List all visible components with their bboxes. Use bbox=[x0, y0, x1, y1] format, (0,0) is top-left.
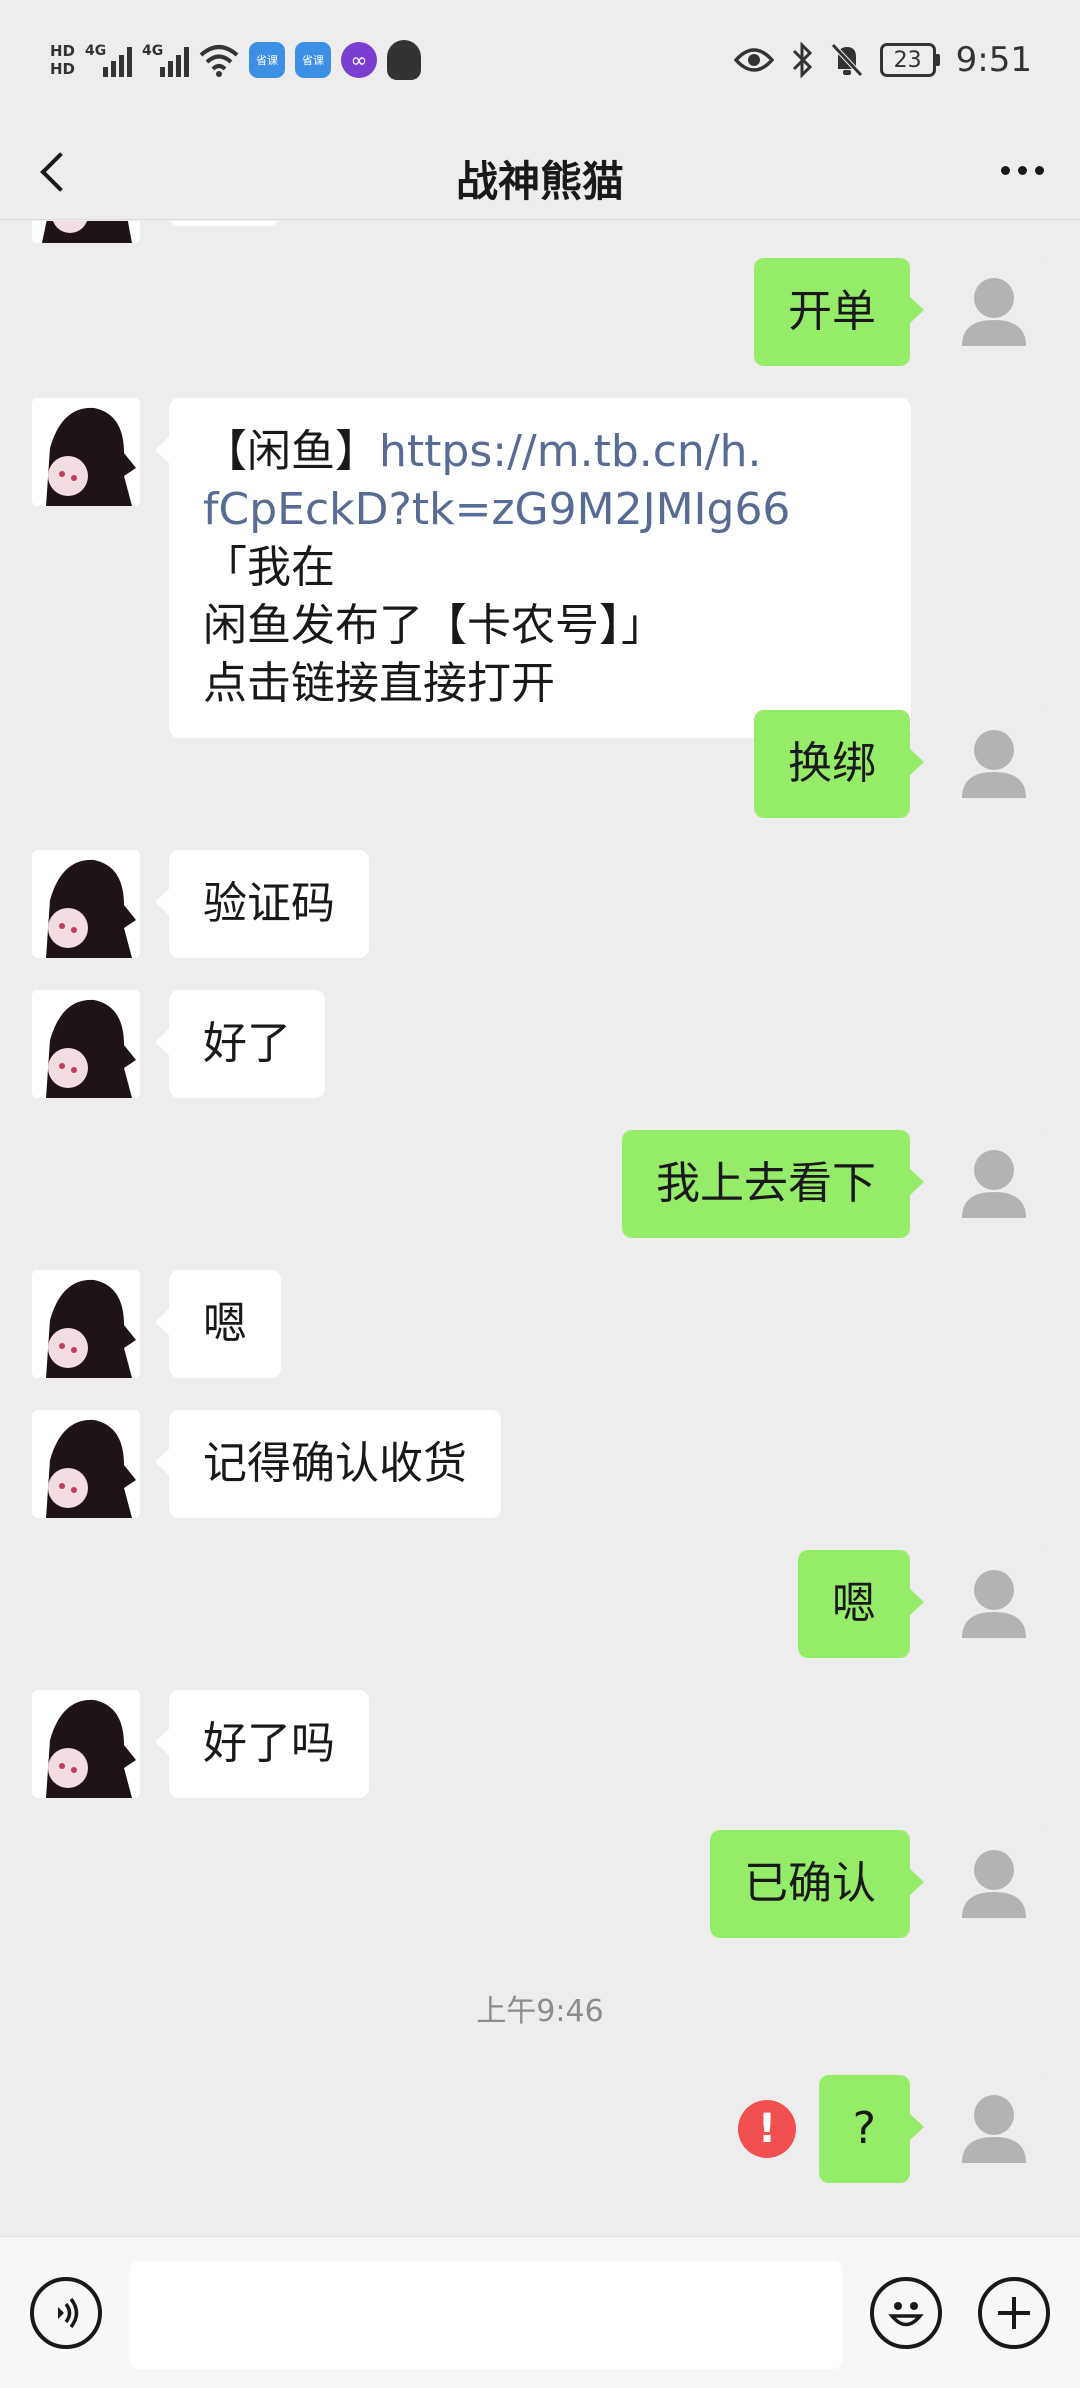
network-type-label: 4G bbox=[142, 43, 164, 59]
status-right: 23 9:51 bbox=[733, 34, 1032, 86]
error-mark: ! bbox=[757, 2106, 777, 2152]
message-text: 验证码 bbox=[203, 878, 335, 929]
message-link[interactable]: https://m.tb.cn/h. bbox=[379, 426, 762, 477]
more-dots-icon bbox=[1000, 165, 1010, 175]
message-link[interactable]: fCpEckD?tk=zG9M2JMIg66 bbox=[203, 484, 790, 535]
my-avatar[interactable] bbox=[940, 1130, 1048, 1238]
message-text: 好了吗 bbox=[203, 1718, 335, 1769]
message-bubble-sent[interactable]: 嗯 bbox=[798, 1550, 924, 1658]
message-text: 嗯 bbox=[203, 1298, 247, 1349]
message-bubble-sent[interactable]: 已确认 bbox=[710, 1830, 924, 1938]
message-bubble-received[interactable]: 嗯 bbox=[155, 1270, 281, 1378]
message-text: 嗯 bbox=[832, 1578, 876, 1629]
status-bar: HD HD 4G 4G 省课 省课 ∞ 23 9:51 bbox=[0, 0, 1080, 120]
message-bubble-sent-failed[interactable]: ? bbox=[818, 2075, 925, 2183]
more-options-button[interactable] bbox=[992, 150, 1052, 190]
anime-avatar-icon bbox=[32, 1690, 140, 1798]
battery-icon: 23 bbox=[879, 43, 940, 77]
message-bubble-sent[interactable]: 开单 bbox=[754, 258, 924, 366]
message-bubble-received[interactable]: 记得确认收货 bbox=[155, 1410, 501, 1518]
anime-avatar-icon bbox=[32, 1410, 140, 1518]
message-text: 点击链接直接打开 bbox=[203, 658, 555, 709]
my-avatar[interactable] bbox=[940, 1550, 1048, 1658]
hd-indicator: HD HD bbox=[50, 42, 75, 78]
battery-level: 23 bbox=[893, 47, 922, 73]
wifi-icon bbox=[199, 45, 239, 77]
default-avatar-icon bbox=[962, 1150, 1026, 1218]
message-text: 开单 bbox=[788, 286, 876, 337]
my-avatar[interactable] bbox=[940, 258, 1048, 366]
message-text: 记得确认收货 bbox=[203, 1438, 467, 1489]
signal-icon: 4G bbox=[85, 43, 133, 77]
message-bubble-sent[interactable]: 我上去看下 bbox=[622, 1130, 924, 1238]
contact-avatar[interactable] bbox=[32, 398, 140, 506]
network-type-label: 4G bbox=[85, 43, 107, 59]
my-avatar[interactable] bbox=[940, 2075, 1048, 2183]
contact-avatar[interactable] bbox=[32, 221, 140, 243]
message-text: 「我在 bbox=[203, 542, 335, 593]
chat-messages[interactable]: 开单 【闲鱼】https://m.tb.cn/h. fCpEckD?tk=zG9… bbox=[0, 221, 1080, 2236]
input-bar bbox=[0, 2236, 1080, 2388]
message-timestamp: 上午9:46 bbox=[476, 1994, 604, 2029]
contact-avatar[interactable] bbox=[32, 1270, 140, 1378]
hd-label-bottom: HD bbox=[50, 60, 76, 78]
message-text: 我上去看下 bbox=[656, 1158, 876, 1209]
contact-avatar[interactable] bbox=[32, 990, 140, 1098]
status-time: 9:51 bbox=[955, 40, 1032, 80]
send-failed-icon[interactable]: ! bbox=[738, 2100, 796, 2158]
qq-penguin-icon bbox=[387, 40, 422, 80]
anime-avatar-icon bbox=[32, 1270, 140, 1378]
default-avatar-icon bbox=[962, 278, 1026, 346]
chat-title: 战神熊猫 bbox=[455, 157, 624, 206]
message-text: 闲鱼发布了【卡农号】」 bbox=[203, 600, 665, 651]
link-prefix: 【闲鱼】 bbox=[203, 426, 379, 477]
anime-avatar-icon bbox=[32, 990, 140, 1098]
infinity-app-icon: ∞ bbox=[341, 42, 378, 78]
eye-icon bbox=[733, 48, 774, 72]
mute-bell-icon bbox=[830, 43, 863, 77]
contact-avatar[interactable] bbox=[32, 850, 140, 958]
my-avatar[interactable] bbox=[940, 710, 1048, 818]
message-bubble-received[interactable]: 好了吗 bbox=[155, 1690, 369, 1798]
plus-button[interactable] bbox=[978, 2277, 1050, 2349]
default-avatar-icon bbox=[962, 2095, 1026, 2163]
message-text: 换绑 bbox=[788, 738, 876, 789]
bluetooth-icon bbox=[792, 42, 812, 78]
message-bubble-sent[interactable]: 换绑 bbox=[754, 710, 924, 818]
message-bubble-cropped bbox=[169, 221, 279, 226]
message-text: 已确认 bbox=[744, 1858, 876, 1909]
hd-label-top: HD bbox=[50, 42, 76, 60]
message-bubble-received[interactable]: 好了 bbox=[155, 990, 325, 1098]
app-notification-icon: 省课 bbox=[249, 42, 286, 78]
default-avatar-icon bbox=[962, 1850, 1026, 1918]
emoji-icon bbox=[888, 2302, 924, 2327]
my-avatar[interactable] bbox=[940, 1830, 1048, 1938]
message-bubble-received[interactable]: 【闲鱼】https://m.tb.cn/h. fCpEckD?tk=zG9M2J… bbox=[155, 398, 911, 738]
contact-avatar[interactable] bbox=[32, 1410, 140, 1518]
anime-avatar-icon bbox=[32, 850, 140, 958]
message-text: ? bbox=[852, 2103, 876, 2154]
message-bubble-received[interactable]: 验证码 bbox=[155, 850, 369, 958]
signal-icon: 4G bbox=[142, 43, 190, 77]
emoji-button[interactable] bbox=[870, 2277, 942, 2349]
anime-avatar-icon bbox=[32, 398, 140, 506]
default-avatar-icon bbox=[962, 1570, 1026, 1638]
voice-icon bbox=[58, 2297, 79, 2329]
contact-avatar[interactable] bbox=[32, 1690, 140, 1798]
message-text: 好了 bbox=[203, 1018, 291, 1069]
app-notification-icon: 省课 bbox=[295, 42, 332, 78]
plus-icon bbox=[998, 2297, 1030, 2329]
default-avatar-icon bbox=[962, 730, 1026, 798]
chat-header: 战神熊猫 bbox=[0, 120, 1080, 220]
status-left: HD HD 4G 4G 省课 省课 ∞ bbox=[50, 34, 422, 86]
message-input[interactable] bbox=[130, 2261, 842, 2369]
voice-button[interactable] bbox=[30, 2277, 102, 2349]
